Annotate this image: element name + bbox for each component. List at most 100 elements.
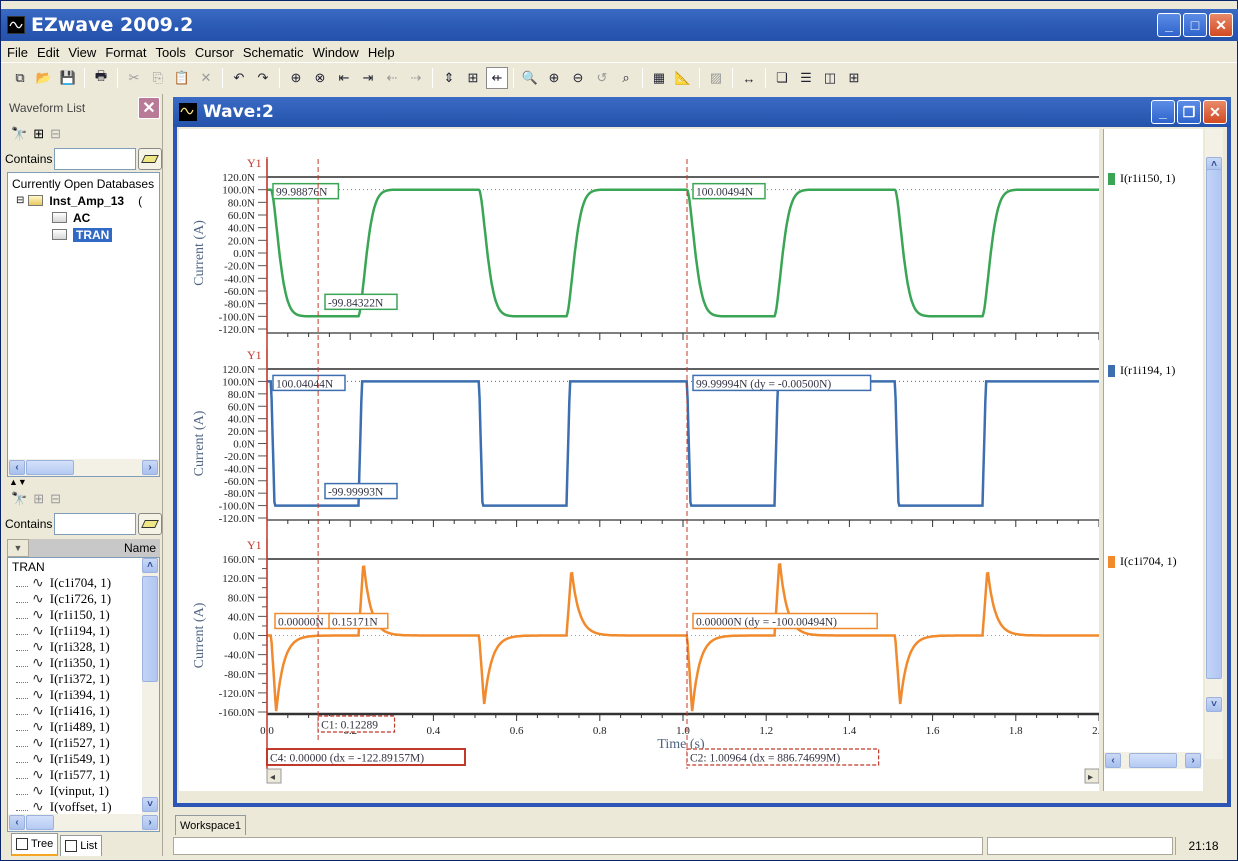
scroll-up-button[interactable]: ˄ [142,558,158,573]
find-binoculars-icon[interactable]: 🔭 [11,126,27,142]
group-tran[interactable]: TRAN [12,559,159,575]
maximize-button[interactable]: □ [1183,13,1207,37]
horizontal-scrollbar[interactable]: ‹ › [8,814,159,831]
menu-cursor[interactable]: Cursor [195,45,234,60]
new-window-icon[interactable]: ⧉ [9,67,31,89]
close-panel-button[interactable]: ✕ [138,97,160,119]
legend-item[interactable]: I(r1i194, 1) [1108,363,1175,378]
menu-file[interactable]: File [7,45,28,60]
minimize-button[interactable]: _ [1157,13,1181,37]
tab-list[interactable]: List [60,835,103,856]
folder-tran[interactable]: TRAN [73,227,113,242]
signal-list-item[interactable]: ∿ I(voffset, 1) [12,799,159,814]
name-column-header[interactable]: Name [29,539,160,557]
move-waveform-left-icon[interactable]: ⇤ [333,67,355,89]
scroll-left-button[interactable]: ‹ [9,460,25,475]
align-left-icon[interactable]: ⇠ [381,67,403,89]
signal-list-item[interactable]: ∿ I(c1i726, 1) [12,591,159,607]
menu-help[interactable]: Help [368,45,395,60]
zoom-region-icon[interactable]: ⌕ [615,67,637,89]
span-cursors-icon[interactable]: ↔ [738,67,760,89]
database-node[interactable]: Inst_Amp_13 [49,194,124,208]
tile-horizontal-icon[interactable]: ☰ [795,67,817,89]
signal-list-item[interactable]: ∿ I(r1i350, 1) [12,655,159,671]
print-icon[interactable]: 🖶 [90,67,112,89]
signal-list-item[interactable]: ∿ I(r1i416, 1) [12,703,159,719]
signal-list-item[interactable]: ∿ I(r1i577, 1) [12,767,159,783]
menu-schematic[interactable]: Schematic [243,45,304,60]
signal-list-item[interactable]: ∿ I(r1i527, 1) [12,735,159,751]
scroll-thumb[interactable] [1206,169,1222,679]
collapse-node-icon[interactable]: ⊟ [16,195,24,206]
undo-icon[interactable]: ↶ [228,67,250,89]
plot-area[interactable]: Y1 120.0N 100.0N 80.0N 60.0N 40.0N 20.0N 0.0N -2… [179,129,1106,791]
clear-filter-button[interactable] [138,148,162,170]
copy-icon[interactable]: ⎘ [147,67,169,89]
signal-list-item[interactable]: ∿ I(r1i549, 1) [12,751,159,767]
signal-list-item[interactable]: ∿ I(r1i328, 1) [12,639,159,655]
signal-list-item[interactable]: ∿ I(r1i194, 1) [12,623,159,639]
scroll-left-button[interactable]: ‹ [1105,753,1121,768]
horizontal-scrollbar[interactable]: ‹ › [8,459,159,476]
wave-minimize-button[interactable]: _ [1151,100,1175,124]
add-waveform-icon[interactable]: ⊕ [285,67,307,89]
splitter-handle[interactable]: ▲▼ [5,477,162,487]
signal-list-item[interactable]: ∿ I(vinput, 1) [12,783,159,799]
scroll-left-button[interactable]: ‹ [9,815,25,830]
cursor-snap-icon[interactable]: ⇷ [486,67,508,89]
scroll-thumb[interactable] [26,460,74,475]
signal-list-item[interactable]: ∿ I(r1i489, 1) [12,719,159,735]
scroll-down-button[interactable]: ˅ [142,797,158,812]
save-icon[interactable]: 💾 [57,67,79,89]
remove-waveform-icon[interactable]: ⊗ [309,67,331,89]
wave-close-button[interactable]: ✕ [1203,100,1227,124]
signal-list-item[interactable]: ∿ I(r1i150, 1) [12,607,159,623]
zoom-in-icon[interactable]: ⊕ [543,67,565,89]
open-icon[interactable]: 📂 [33,67,55,89]
cursor-c2-label[interactable]: C2: 1.00964 (dx = 886.74699M) [690,753,840,765]
fit-vertical-icon[interactable]: ⇕ [438,67,460,89]
tile-grid-icon[interactable]: ⊞ [843,67,865,89]
scroll-right-button[interactable]: › [142,815,158,830]
scroll-thumb[interactable] [26,815,54,830]
vertical-scrollbar[interactable]: ˄ ˅ [1205,129,1223,759]
scroll-thumb[interactable] [1129,753,1177,768]
move-waveform-right-icon[interactable]: ⇥ [357,67,379,89]
tab-tree[interactable]: Tree [11,833,59,856]
cursor-c1-label[interactable]: C1: 0.12289 [321,720,378,732]
signal-list-item[interactable]: ∿ I(r1i394, 1) [12,687,159,703]
delete-icon[interactable]: ✕ [195,67,217,89]
zoom-out-icon[interactable]: ⊖ [567,67,589,89]
expand-tree-icon[interactable]: ⊞ [33,126,44,142]
collapse-tree-icon[interactable]: ⊟ [50,491,61,507]
cut-icon[interactable]: ✂ [123,67,145,89]
grid-icon[interactable]: ⊞ [462,67,484,89]
close-button[interactable]: ✕ [1209,13,1233,37]
scroll-right-button[interactable]: › [1185,753,1201,768]
align-right-icon[interactable]: ⇢ [405,67,427,89]
menu-window[interactable]: Window [313,45,359,60]
eraser-tool-icon[interactable]: ▨ [705,67,727,89]
menu-view[interactable]: View [68,45,96,60]
vertical-scrollbar[interactable]: ˄ ˅ [142,558,159,814]
zoom-fit-icon[interactable]: 🔍 [519,67,541,89]
redo-icon[interactable]: ↷ [252,67,274,89]
legend-horizontal-scrollbar[interactable]: ‹ › [1104,752,1202,769]
cascade-icon[interactable]: ❏ [771,67,793,89]
calculator-icon[interactable]: ▦ [648,67,670,89]
paste-icon[interactable]: 📋 [171,67,193,89]
cursor-c4-label[interactable]: C4: 0.00000 (dx = -122.89157M) [270,753,424,765]
measurement-tool-icon[interactable]: 📐 [672,67,694,89]
signal-filter-input[interactable] [54,513,137,535]
scroll-thumb[interactable] [142,576,158,682]
find-binoculars-icon[interactable]: 🔭 [11,491,27,507]
legend-item[interactable]: I(r1i150, 1) [1108,171,1175,186]
zoom-previous-icon[interactable]: ↺ [591,67,613,89]
clear-signal-filter-button[interactable] [138,513,162,535]
column-menu-button[interactable]: ▼ [7,539,29,557]
scroll-right-button[interactable]: › [142,460,158,475]
menu-edit[interactable]: Edit [37,45,59,60]
menu-format[interactable]: Format [105,45,146,60]
wave-restore-button[interactable]: ❐ [1177,100,1201,124]
waveform-plot[interactable]: Y1120.0N100.0N80.0N60.0N40.0N20.0N0.0N-2… [179,129,1106,791]
